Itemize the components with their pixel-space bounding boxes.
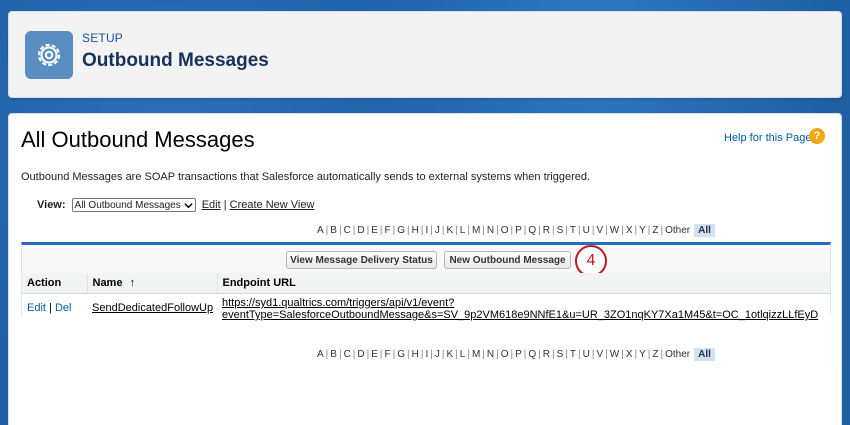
alphabet-filter-l[interactable]: L [458,225,468,236]
alphabet-filter-o[interactable]: O [499,349,511,360]
alphabet-filter-x[interactable]: X [624,225,635,236]
header-title: Outbound Messages [82,50,269,71]
column-header-action: Action [22,273,88,294]
view-selector-row: View: All Outbound Messages Edit | Creat… [37,198,314,212]
alphabet-filter-k[interactable]: K [444,225,455,236]
alphabet-filter-f[interactable]: F [383,349,393,360]
alphabet-filter-t[interactable]: T [568,349,578,360]
alphabet-filter-p[interactable]: P [513,225,524,236]
alphabet-filter-z[interactable]: Z [650,349,660,360]
column-header-endpoint: Endpoint URL [217,273,831,294]
alphabet-filter-y[interactable]: Y [637,225,648,236]
alphabet-filter-v[interactable]: V [594,225,605,236]
alphabet-filter-n[interactable]: N [485,349,496,360]
help-link[interactable]: Help for this Page [724,132,811,144]
alphabet-filter-other[interactable]: Other [663,225,692,236]
alphabet-filter-s[interactable]: S [555,349,566,360]
alphabet-filter-u[interactable]: U [581,225,592,236]
view-select[interactable]: All Outbound Messages [71,198,196,212]
view-label: View: [37,199,66,211]
view-link-separator: | [223,199,227,211]
main-content: All Outbound Messages Help for this Page… [8,113,842,425]
alphabet-filter-e[interactable]: E [369,225,380,236]
alphabet-filter-u[interactable]: U [581,349,592,360]
endpoint-url-line1[interactable]: https://syd1.qualtrics.com/triggers/api/… [222,297,454,309]
column-header-name[interactable]: Name ↑ [87,273,218,294]
delete-row-link[interactable]: Del [55,302,72,314]
alphabet-filter-a[interactable]: A [315,225,326,236]
new-outbound-message-button[interactable]: New Outbound Message [444,251,571,269]
create-view-link[interactable]: Create New View [230,199,315,211]
alphabet-filter-w[interactable]: W [608,349,621,360]
page-description: Outbound Messages are SOAP transactions … [21,171,591,183]
alphabet-filter-m[interactable]: M [470,349,482,360]
view-select-value: All Outbound Messages [74,199,181,211]
alphabet-filter-r[interactable]: R [541,349,552,360]
page-header: SETUP Outbound Messages [8,11,842,98]
row-name-cell: SendDedicatedFollowUp [87,293,217,324]
row-endpoint-cell: https://syd1.qualtrics.com/triggers/api/… [217,293,830,324]
alphabet-filter-v[interactable]: V [594,349,605,360]
alphabet-filter-i[interactable]: I [423,349,430,360]
sort-ascending-icon: ↑ [129,277,136,289]
view-delivery-status-button[interactable]: View Message Delivery Status [286,251,437,269]
alphabet-filter-w[interactable]: W [608,225,621,236]
alphabet-filter-d[interactable]: D [355,225,366,236]
alphabet-filter-other[interactable]: Other [663,349,692,360]
alphabet-filter-t[interactable]: T [568,225,578,236]
alphabet-filter-s[interactable]: S [555,225,566,236]
alphabet-filter-d[interactable]: D [355,349,366,360]
messages-table: Action Name ↑ Endpoint URL Edit | Del Se… [22,273,831,324]
edit-row-link[interactable]: Edit [27,302,46,314]
edit-view-link[interactable]: Edit [202,199,221,211]
alphabet-filter-h[interactable]: H [410,225,421,236]
alphabet-filter-q[interactable]: Q [526,225,538,236]
messages-table-wrap: Action Name ↑ Endpoint URL Edit | Del Se… [22,273,831,324]
message-name-link[interactable]: SendDedicatedFollowUp [92,302,213,314]
row-action-separator: | [49,302,52,314]
alphabet-filter-o[interactable]: O [499,225,511,236]
row-actions: Edit | Del [22,293,87,324]
alphabet-filter-x[interactable]: X [624,349,635,360]
alphabet-filter-c[interactable]: C [342,225,353,236]
list-panel: View Message Delivery Status New Outboun… [21,242,831,324]
alphabet-filter-m[interactable]: M [470,225,482,236]
alphabet-filter-z[interactable]: Z [650,225,660,236]
alphabet-filter-y[interactable]: Y [637,349,648,360]
alphabet-filter-q[interactable]: Q [526,349,538,360]
alphabet-filter-i[interactable]: I [423,225,430,236]
alphabet-filter-b[interactable]: B [328,349,339,360]
alphabet-filter-g[interactable]: G [395,349,407,360]
alphabet-filter-n[interactable]: N [485,225,496,236]
table-row: Edit | Del SendDedicatedFollowUp https:/… [22,293,830,324]
alphabet-filter-top: A | B | C | D | E | F | G | H | I | J | K | L | M | N | O | P | Q | R | S | T |… [315,224,715,237]
alphabet-filter-h[interactable]: H [410,349,421,360]
alphabet-filter-a[interactable]: A [315,349,326,360]
alphabet-filter-r[interactable]: R [541,225,552,236]
alphabet-filter-all[interactable]: All [694,348,715,361]
help-icon[interactable]: ? [809,128,825,144]
column-header-name-label: Name [92,277,123,289]
alphabet-filter-f[interactable]: F [383,225,393,236]
alphabet-filter-all[interactable]: All [694,224,715,237]
alphabet-filter-g[interactable]: G [395,225,407,236]
alphabet-filter-e[interactable]: E [369,349,380,360]
alphabet-filter-l[interactable]: L [458,349,468,360]
alphabet-filter-p[interactable]: P [513,349,524,360]
alphabet-filter-j[interactable]: J [433,225,442,236]
alphabet-filter-bottom: A | B | C | D | E | F | G | H | I | J | K | L | M | N | O | P | Q | R | S | T |… [315,348,715,361]
table-header-row: Action Name ↑ Endpoint URL [22,273,831,294]
alphabet-filter-j[interactable]: J [433,349,442,360]
gear-icon [25,31,73,79]
alphabet-filter-c[interactable]: C [342,349,353,360]
chevron-down-icon [184,202,193,208]
alphabet-filter-k[interactable]: K [444,349,455,360]
page-title: All Outbound Messages [21,127,255,152]
endpoint-url-line2[interactable]: eventType=SalesforceOutboundMessage&s=SV… [222,309,818,321]
alphabet-filter-b[interactable]: B [328,225,339,236]
header-eyebrow: SETUP [82,31,124,45]
